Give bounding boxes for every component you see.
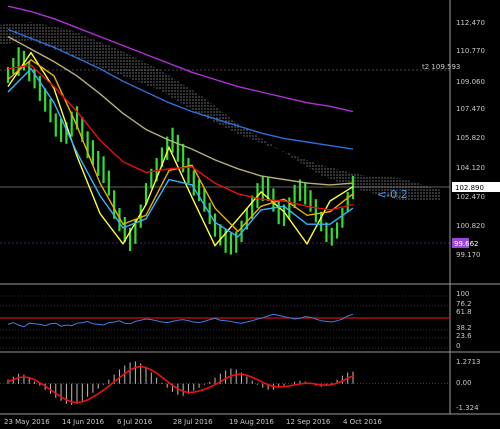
- time-tick: 23 May 2016: [4, 418, 50, 426]
- chart-window: 112.470 110.770 109.060 107.470 105.820 …: [0, 0, 500, 429]
- time-tick: 19 Aug 2016: [229, 418, 274, 426]
- price-tick: 102.470: [456, 193, 485, 201]
- osc-tick: 61.8: [456, 308, 472, 316]
- time-tick: 12 Sep 2016: [286, 418, 331, 426]
- target-level-label: t2 109.593: [422, 63, 460, 71]
- oscillator-panel: [7, 313, 354, 328]
- macd-tick: 0.00: [456, 379, 472, 387]
- price-y-axis: 112.470 110.770 109.060 107.470 105.820 …: [456, 19, 485, 259]
- osc-tick: 23.6: [456, 332, 472, 340]
- cloud-band: [0, 22, 440, 200]
- low-level-label: 99.662: [454, 240, 479, 248]
- osc-tick: 0: [456, 342, 460, 350]
- price-tick: 110.770: [456, 47, 485, 55]
- oscillator-line: [7, 313, 354, 328]
- osc-tick: 100: [456, 290, 469, 298]
- macd-y-axis: 1.2713 0.00 -1.324: [456, 358, 481, 412]
- price-tick: 99.170: [456, 251, 481, 259]
- time-axis: 23 May 2016 14 Jun 2016 6 Jul 2016 28 Ju…: [4, 418, 382, 426]
- macd-panel: [7, 361, 354, 405]
- time-tick: 28 Jul 2016: [173, 418, 213, 426]
- osc-tick: 38.2: [456, 324, 472, 332]
- oscillator-y-axis: 100 76.2 61.8 38.2 23.6 0: [456, 290, 472, 350]
- price-bars: [6, 47, 355, 255]
- price-tick: 109.060: [456, 78, 485, 86]
- macd-signal-line: [7, 365, 354, 404]
- price-tick: 105.820: [456, 134, 485, 142]
- last-price-label: 102.890: [455, 184, 484, 192]
- moving-average-line: [7, 51, 354, 247]
- time-tick: 14 Jun 2016: [62, 418, 105, 426]
- annotation-label: <-0.2: [377, 188, 408, 201]
- macd-tick: -1.324: [456, 404, 479, 412]
- chart-canvas: 112.470 110.770 109.060 107.470 105.820 …: [0, 0, 500, 426]
- price-tick: 104.120: [456, 164, 485, 172]
- price-tick: 107.470: [456, 105, 485, 113]
- ichimoku-cloud: [0, 22, 440, 200]
- time-tick: 4 Oct 2016: [343, 418, 382, 426]
- osc-tick: 76.2: [456, 300, 472, 308]
- price-tick: 100.820: [456, 222, 485, 230]
- time-tick: 6 Jul 2016: [117, 418, 153, 426]
- macd-tick: 1.2713: [456, 358, 481, 366]
- price-tick: 112.470: [456, 19, 485, 27]
